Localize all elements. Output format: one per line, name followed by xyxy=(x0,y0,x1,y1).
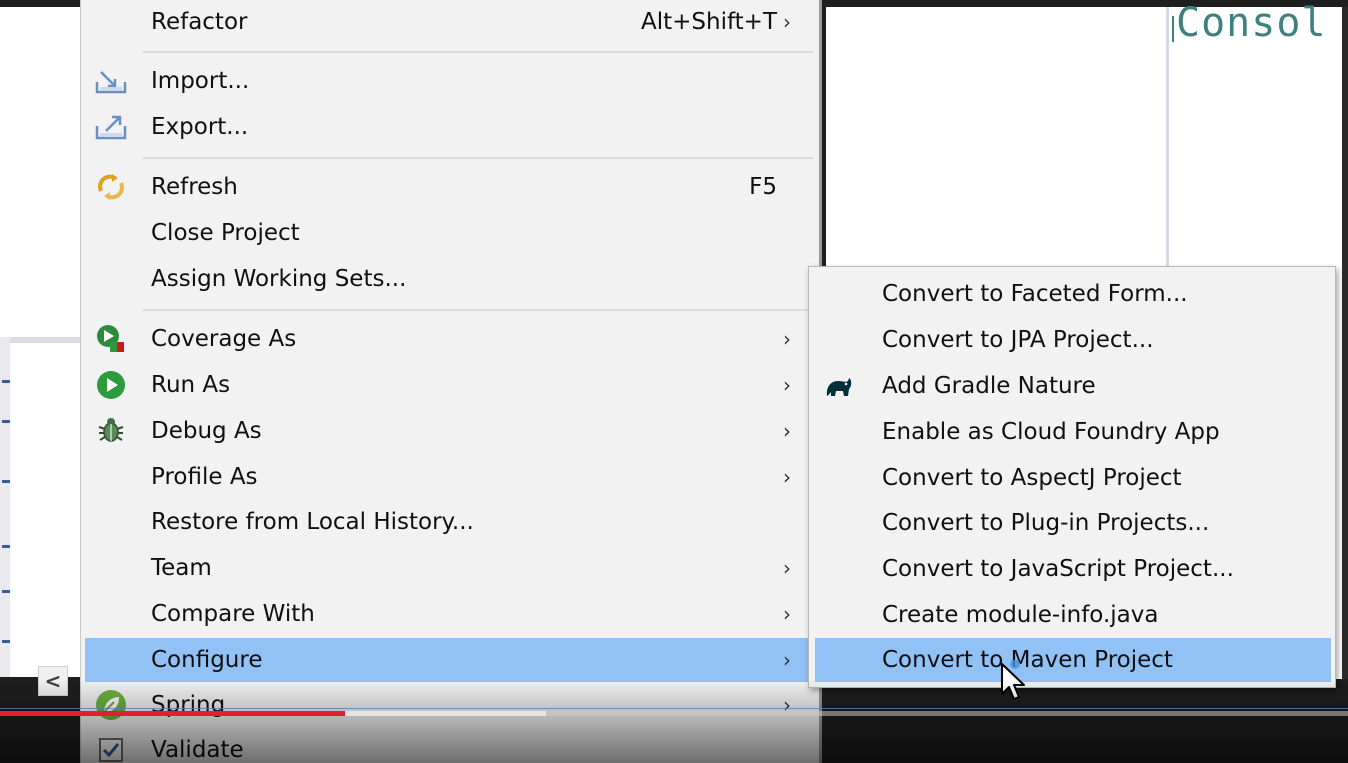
menu-item-debug-as[interactable]: Debug As › xyxy=(85,409,813,453)
menu-item-close-project[interactable]: Close Project xyxy=(85,211,813,255)
menu-item-label: Close Project xyxy=(151,220,300,246)
editor-area-left xyxy=(10,337,80,677)
gutter-marker xyxy=(2,590,10,593)
submenu-arrow-icon: › xyxy=(783,602,791,626)
menu-item-spring[interactable]: Spring › xyxy=(85,683,813,727)
menu-item-label: Configure xyxy=(151,647,263,673)
menu-item-configure[interactable]: Configure › xyxy=(85,638,813,682)
menu-item-label: Compare With xyxy=(151,601,315,627)
menu-item-label: Run As xyxy=(151,372,231,398)
menu-item-accelerator: F5 xyxy=(749,174,777,200)
submenu-arrow-icon: › xyxy=(783,648,791,672)
submenu-item-label: Convert to JavaScript Project... xyxy=(882,556,1234,582)
submenu-arrow-icon: › xyxy=(783,419,791,443)
video-progress-fill xyxy=(0,711,346,716)
submenu-item-convert-to-maven-project[interactable]: Convert to Maven Project xyxy=(815,638,1331,682)
gradle-elephant-icon xyxy=(821,368,857,404)
submenu-item-convert-to-plug-in-projects[interactable]: Convert to Plug-in Projects... xyxy=(815,501,1331,545)
gutter-marker xyxy=(2,480,10,483)
video-progress-bar[interactable] xyxy=(0,711,1348,716)
video-overlay-line xyxy=(0,708,1348,709)
window-right-edge xyxy=(1342,7,1348,679)
submenu-item-label: Convert to Plug-in Projects... xyxy=(882,510,1210,536)
menu-item-label: Team xyxy=(151,555,212,581)
coverage-icon xyxy=(93,321,129,357)
submenu-arrow-icon: › xyxy=(783,556,791,580)
spring-leaf-icon xyxy=(93,687,129,723)
menu-item-label: Assign Working Sets... xyxy=(151,266,407,292)
menu-item-accelerator: Alt+Shift+T xyxy=(640,9,777,35)
submenu-item-label: Add Gradle Nature xyxy=(882,373,1096,399)
menu-item-coverage-as[interactable]: Coverage As › xyxy=(85,317,813,361)
submenu-item-label: Create module-info.java xyxy=(882,602,1159,628)
menu-item-export[interactable]: Export... xyxy=(85,105,813,149)
menu-item-import[interactable]: Import... xyxy=(85,59,813,103)
menu-item-label: Validate xyxy=(151,737,244,763)
gutter-marker xyxy=(2,420,10,423)
project-explorer-panel xyxy=(0,7,80,337)
submenu-item-convert-to-jpa-project[interactable]: Convert to JPA Project... xyxy=(815,318,1331,362)
menu-item-label: Import... xyxy=(151,68,250,94)
menu-separator xyxy=(143,157,813,159)
menu-item-label: Profile As xyxy=(151,464,258,490)
editor-gutter xyxy=(0,337,10,677)
menu-item-run-as[interactable]: Run As › xyxy=(85,363,813,407)
submenu-item-label: Enable as Cloud Foundry App xyxy=(882,419,1220,445)
menu-item-refactor[interactable]: Refactor Alt+Shift+T › xyxy=(85,0,813,44)
configure-submenu: Convert to Faceted Form... Convert to JP… xyxy=(808,266,1336,688)
menu-item-label: Export... xyxy=(151,114,249,140)
console-tab-title[interactable]: Consol xyxy=(1172,0,1327,46)
menu-item-label: Coverage As xyxy=(151,326,297,352)
submenu-item-convert-to-faceted-form[interactable]: Convert to Faceted Form... xyxy=(815,272,1331,316)
menu-item-validate[interactable]: Validate xyxy=(85,728,813,763)
run-icon xyxy=(93,367,129,403)
import-icon xyxy=(93,63,129,99)
export-icon xyxy=(93,109,129,145)
submenu-arrow-icon: › xyxy=(783,327,791,351)
submenu-arrow-icon: › xyxy=(783,465,791,489)
submenu-item-enable-as-cloud-foundry-app[interactable]: Enable as Cloud Foundry App xyxy=(815,410,1331,454)
refresh-icon xyxy=(93,169,129,205)
menu-item-refresh[interactable]: Refresh F5 xyxy=(85,165,813,209)
checkbox-icon xyxy=(93,732,129,763)
menu-separator xyxy=(143,309,813,311)
mouse-pointer-icon xyxy=(999,659,1029,704)
submenu-item-label: Convert to AspectJ Project xyxy=(882,465,1182,491)
gutter-marker xyxy=(2,640,10,643)
menu-separator xyxy=(143,51,813,53)
submenu-arrow-icon: › xyxy=(783,373,791,397)
scroll-left-button[interactable]: < xyxy=(38,666,68,696)
menu-item-compare-with[interactable]: Compare With › xyxy=(85,592,813,636)
submenu-item-convert-to-javascript-project[interactable]: Convert to JavaScript Project... xyxy=(815,547,1331,591)
gutter-marker xyxy=(2,380,10,383)
submenu-item-add-gradle-nature[interactable]: Add Gradle Nature xyxy=(815,364,1331,408)
menu-item-team[interactable]: Team › xyxy=(85,546,813,590)
menu-item-label: Refactor xyxy=(151,9,248,35)
submenu-item-create-module-info[interactable]: Create module-info.java xyxy=(815,593,1331,637)
debug-bug-icon xyxy=(93,413,129,449)
menu-item-label: Refresh xyxy=(151,174,238,200)
menu-item-label: Restore from Local History... xyxy=(151,509,474,535)
editor-area xyxy=(826,7,1166,269)
context-menu: Refactor Alt+Shift+T › Import... Export.… xyxy=(80,0,822,763)
menu-item-profile-as[interactable]: Profile As › xyxy=(85,455,813,499)
gutter-marker xyxy=(2,545,10,548)
submenu-item-label: Convert to Faceted Form... xyxy=(882,281,1188,307)
submenu-item-label: Convert to JPA Project... xyxy=(882,327,1154,353)
menu-item-restore-from-local-history[interactable]: Restore from Local History... xyxy=(85,500,813,544)
submenu-arrow-icon: › xyxy=(783,10,791,34)
menu-item-assign-working-sets[interactable]: Assign Working Sets... xyxy=(85,257,813,301)
submenu-item-convert-to-aspectj-project[interactable]: Convert to AspectJ Project xyxy=(815,456,1331,500)
menu-item-label: Debug As xyxy=(151,418,262,444)
